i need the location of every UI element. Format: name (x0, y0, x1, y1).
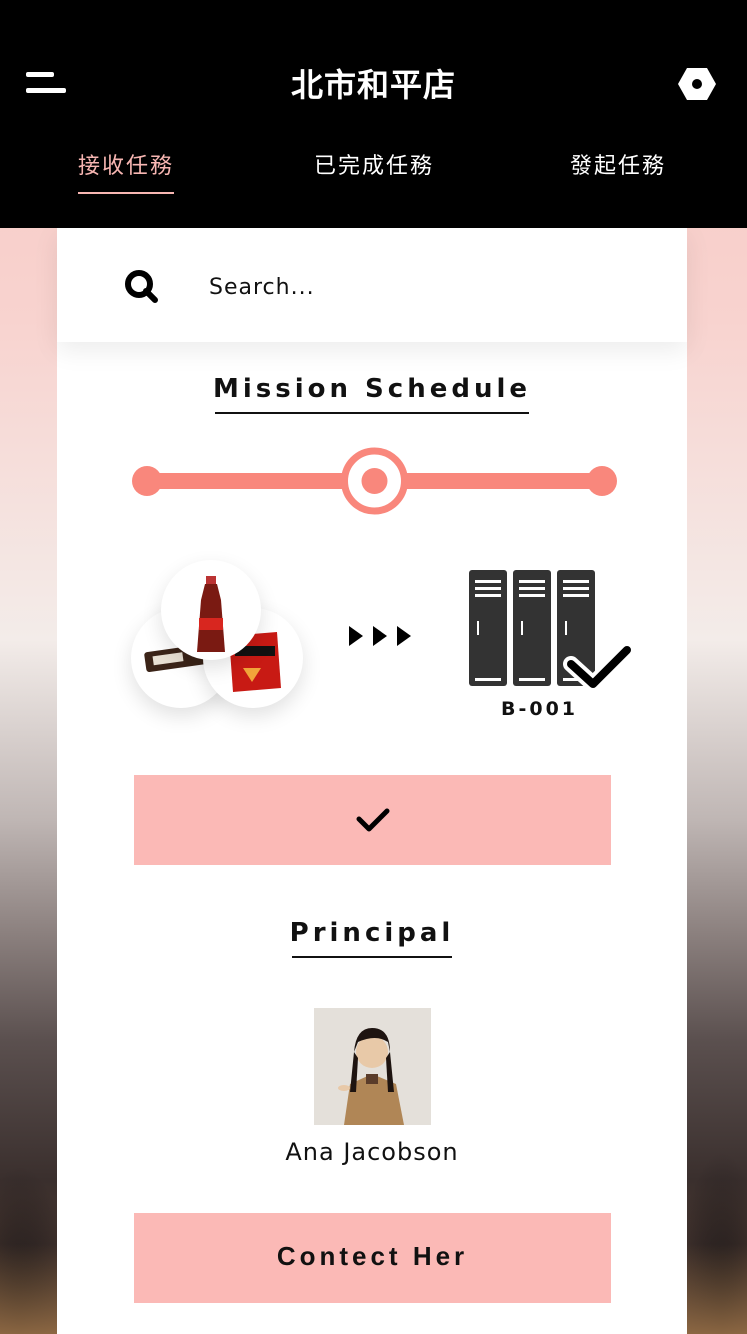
mission-progress-slider[interactable] (132, 446, 617, 516)
top-bar: 北市和平店 接收任務 已完成任務 發起任務 (0, 0, 747, 228)
hexagon-settings-icon (678, 68, 716, 100)
tab-label: 接收任務 (78, 154, 175, 179)
store-title: 北市和平店 (290, 66, 456, 104)
mission-card: Mission Schedule (57, 228, 687, 1334)
confirm-button[interactable] (134, 775, 611, 865)
active-tab-underline (78, 192, 175, 194)
tab-label: 已完成任務 (314, 154, 435, 179)
principal-title: Principal (290, 918, 455, 958)
avatar (314, 1008, 431, 1125)
forward-arrows-icon (349, 626, 411, 646)
search-icon[interactable] (123, 268, 159, 304)
principal-photo (314, 1008, 431, 1125)
locker-icon (469, 570, 633, 692)
contact-principal-button[interactable]: Contect Her (134, 1213, 611, 1303)
mission-schedule-title: Mission Schedule (213, 374, 531, 414)
locker-id: B-001 (501, 698, 579, 720)
progress-knob-center (361, 468, 388, 494)
tab-received-missions[interactable]: 接收任務 (78, 148, 175, 194)
principal-heading: Principal (57, 918, 687, 958)
progress-start-dot (132, 466, 162, 496)
settings-icon[interactable] (677, 66, 717, 102)
principal-name: Ana Jacobson (285, 1138, 459, 1166)
check-icon (356, 808, 390, 832)
tab-create-mission[interactable]: 發起任務 (570, 148, 666, 180)
tab-bar: 接收任務 已完成任務 發起任務 (0, 148, 747, 208)
tab-completed-missions[interactable]: 已完成任務 (314, 148, 434, 180)
mission-items (127, 558, 327, 708)
coca-cola-item (161, 560, 261, 660)
soda-bottle-icon (197, 576, 225, 652)
contact-button-label: Contect Her (276, 1241, 469, 1271)
progress-end-dot (587, 466, 617, 496)
mission-schedule-heading: Mission Schedule (57, 374, 687, 414)
search-bar (57, 228, 687, 342)
search-input[interactable] (207, 268, 631, 306)
tab-label: 發起任務 (570, 154, 667, 179)
